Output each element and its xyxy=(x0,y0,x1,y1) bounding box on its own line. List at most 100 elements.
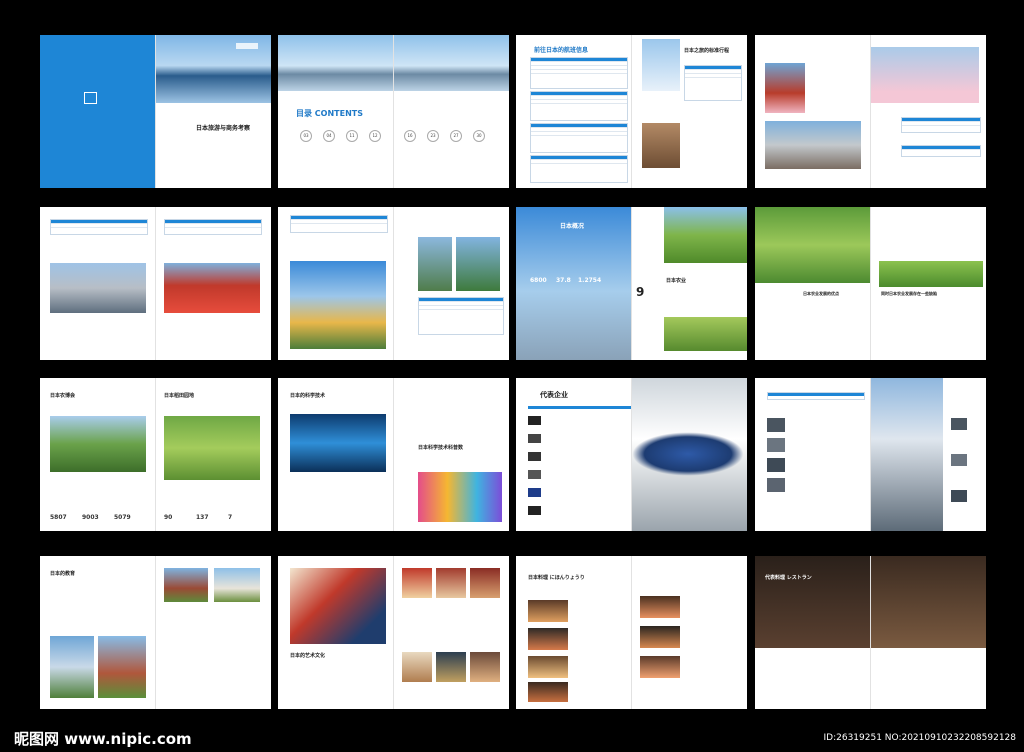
spread-cuisine: 日本料理 にほんりょうり xyxy=(516,556,747,709)
photo-clock-tower xyxy=(164,568,208,602)
spread-contents: 目录 CONTENTS 03 04 11 12 16 23 27 30 xyxy=(278,35,509,188)
sci-title: 日本的科学技术 xyxy=(290,393,326,399)
info-table xyxy=(901,145,981,157)
image-id-line: ID:26319251 NO:20210910232208592128 xyxy=(823,733,1017,743)
cover-title: 日本旅游与商务考察 xyxy=(196,125,251,132)
page-right: 16 23 27 30 xyxy=(394,35,509,188)
page-left: 日本概况 6800 37.8 1.2754 xyxy=(516,207,632,360)
photo-dish xyxy=(640,596,680,618)
expo-stat: 5807 xyxy=(50,514,67,521)
photo-stage xyxy=(436,652,466,682)
photo-campus xyxy=(98,636,146,698)
photo-garden xyxy=(456,237,500,291)
photo-tea-field xyxy=(664,207,747,263)
toc-number[interactable]: 03 xyxy=(300,130,312,142)
photo-city-skyline xyxy=(278,35,393,91)
enterprise-bar xyxy=(528,406,631,409)
flight-table xyxy=(530,57,628,89)
info-table xyxy=(50,219,148,235)
footer-bar: 昵图网 www.nipic.com ID:26319251 NO:2021091… xyxy=(0,726,1024,750)
info-table xyxy=(901,117,981,133)
toc-number[interactable]: 30 xyxy=(473,130,485,142)
page-left: 日本的艺术文化 xyxy=(278,556,394,709)
page-right: 日本之旅的标准行程 xyxy=(632,35,747,188)
photo-field xyxy=(664,317,747,351)
page-left: 日本的教育 xyxy=(40,556,156,709)
page-right: 日本稻田园地 90 137 7 xyxy=(156,378,271,531)
restaurant-title: 代表料理 レストラン xyxy=(765,575,812,581)
overview-stat: 37.8 xyxy=(556,277,571,284)
toc-number[interactable]: 27 xyxy=(450,130,462,142)
product-photo xyxy=(951,490,967,502)
page-right: 9 日本农业 xyxy=(632,207,747,360)
product-photo xyxy=(951,418,967,430)
photo-doll xyxy=(436,568,466,598)
photo-temple xyxy=(418,237,452,291)
photo-dish xyxy=(528,600,568,622)
page-left: 代表料理 レストラン xyxy=(755,556,871,709)
cuisine-title: 日本料理 にほんりょうり xyxy=(528,575,585,581)
photo-art-wall xyxy=(418,472,502,522)
photo-dish xyxy=(528,628,568,650)
photo-shrine xyxy=(164,263,260,313)
spread-companies xyxy=(40,207,271,360)
photo-univ xyxy=(214,568,260,602)
art-title: 日本的艺术文化 xyxy=(290,653,326,659)
cover-logo-box xyxy=(84,92,97,104)
logo-icon xyxy=(236,43,258,49)
page-left: 日本农博会 5807 9003 5079 xyxy=(40,378,156,531)
page-right xyxy=(632,378,747,531)
agri-adv-title: 日本农业发展的优点 xyxy=(803,291,839,296)
page-left xyxy=(278,207,394,360)
page-right xyxy=(871,35,986,188)
company-logo-icon xyxy=(528,470,541,479)
photo-fuji-sakura xyxy=(871,47,979,103)
toc-number[interactable]: 12 xyxy=(369,130,381,142)
itinerary-table xyxy=(684,65,742,101)
page-left: 前往日本的航班信息 xyxy=(516,35,632,188)
expo-stat: 137 xyxy=(196,514,209,521)
spread-restaurant: 代表料理 レストラン xyxy=(755,556,986,709)
spread-overview: 日本概况 6800 37.8 1.2754 9 日本农业 xyxy=(516,207,747,360)
product-photo xyxy=(767,418,785,432)
toc-number[interactable]: 04 xyxy=(323,130,335,142)
page-right xyxy=(871,378,986,531)
spread-science: 日本的科学技术 日本科学技术科普数 xyxy=(278,378,509,531)
info-table xyxy=(290,215,388,233)
photo-street xyxy=(765,121,861,169)
page-right xyxy=(394,207,509,360)
rice-title: 日本稻田园地 xyxy=(164,393,195,399)
itinerary-title: 日本之旅的标准行程 xyxy=(684,48,730,54)
overview-stat: 6800 xyxy=(530,277,547,284)
company-logo-icon xyxy=(528,488,541,497)
toc-number[interactable]: 16 xyxy=(404,130,416,142)
enterprise-title: 代表企业 xyxy=(540,391,568,399)
photo-expo xyxy=(50,416,146,472)
photo-rice-field xyxy=(164,416,260,480)
photo-city-skyline-right xyxy=(394,35,509,91)
page-right xyxy=(871,556,986,709)
spread-robotics xyxy=(755,378,986,531)
toc-number[interactable]: 11 xyxy=(346,130,358,142)
photo-library xyxy=(50,636,94,698)
flight-table xyxy=(530,91,628,121)
page-right xyxy=(632,556,747,709)
page-right: 日本旅游与商务考察 xyxy=(156,35,271,188)
expo-title: 日本农博会 xyxy=(50,393,76,399)
page-left: 日本料理 にほんりょうり xyxy=(516,556,632,709)
photo-terraces xyxy=(755,207,870,283)
page-left xyxy=(40,35,156,188)
photo-dish xyxy=(528,682,568,702)
product-photo xyxy=(951,454,967,466)
photo-circuit xyxy=(290,414,386,472)
page-right: 同时日本农业发展存在一些缺陷 xyxy=(871,207,986,360)
photo-car xyxy=(632,432,744,476)
photo-dish xyxy=(640,626,680,648)
toc-number[interactable]: 23 xyxy=(427,130,439,142)
flight-table xyxy=(530,155,628,183)
company-logo-icon xyxy=(528,506,541,515)
photo-kabuki xyxy=(402,568,432,598)
photo-gundam xyxy=(871,378,943,531)
info-table xyxy=(164,219,262,235)
spread-flight-info: 前往日本的航班信息 日本之旅的标准行程 xyxy=(516,35,747,188)
